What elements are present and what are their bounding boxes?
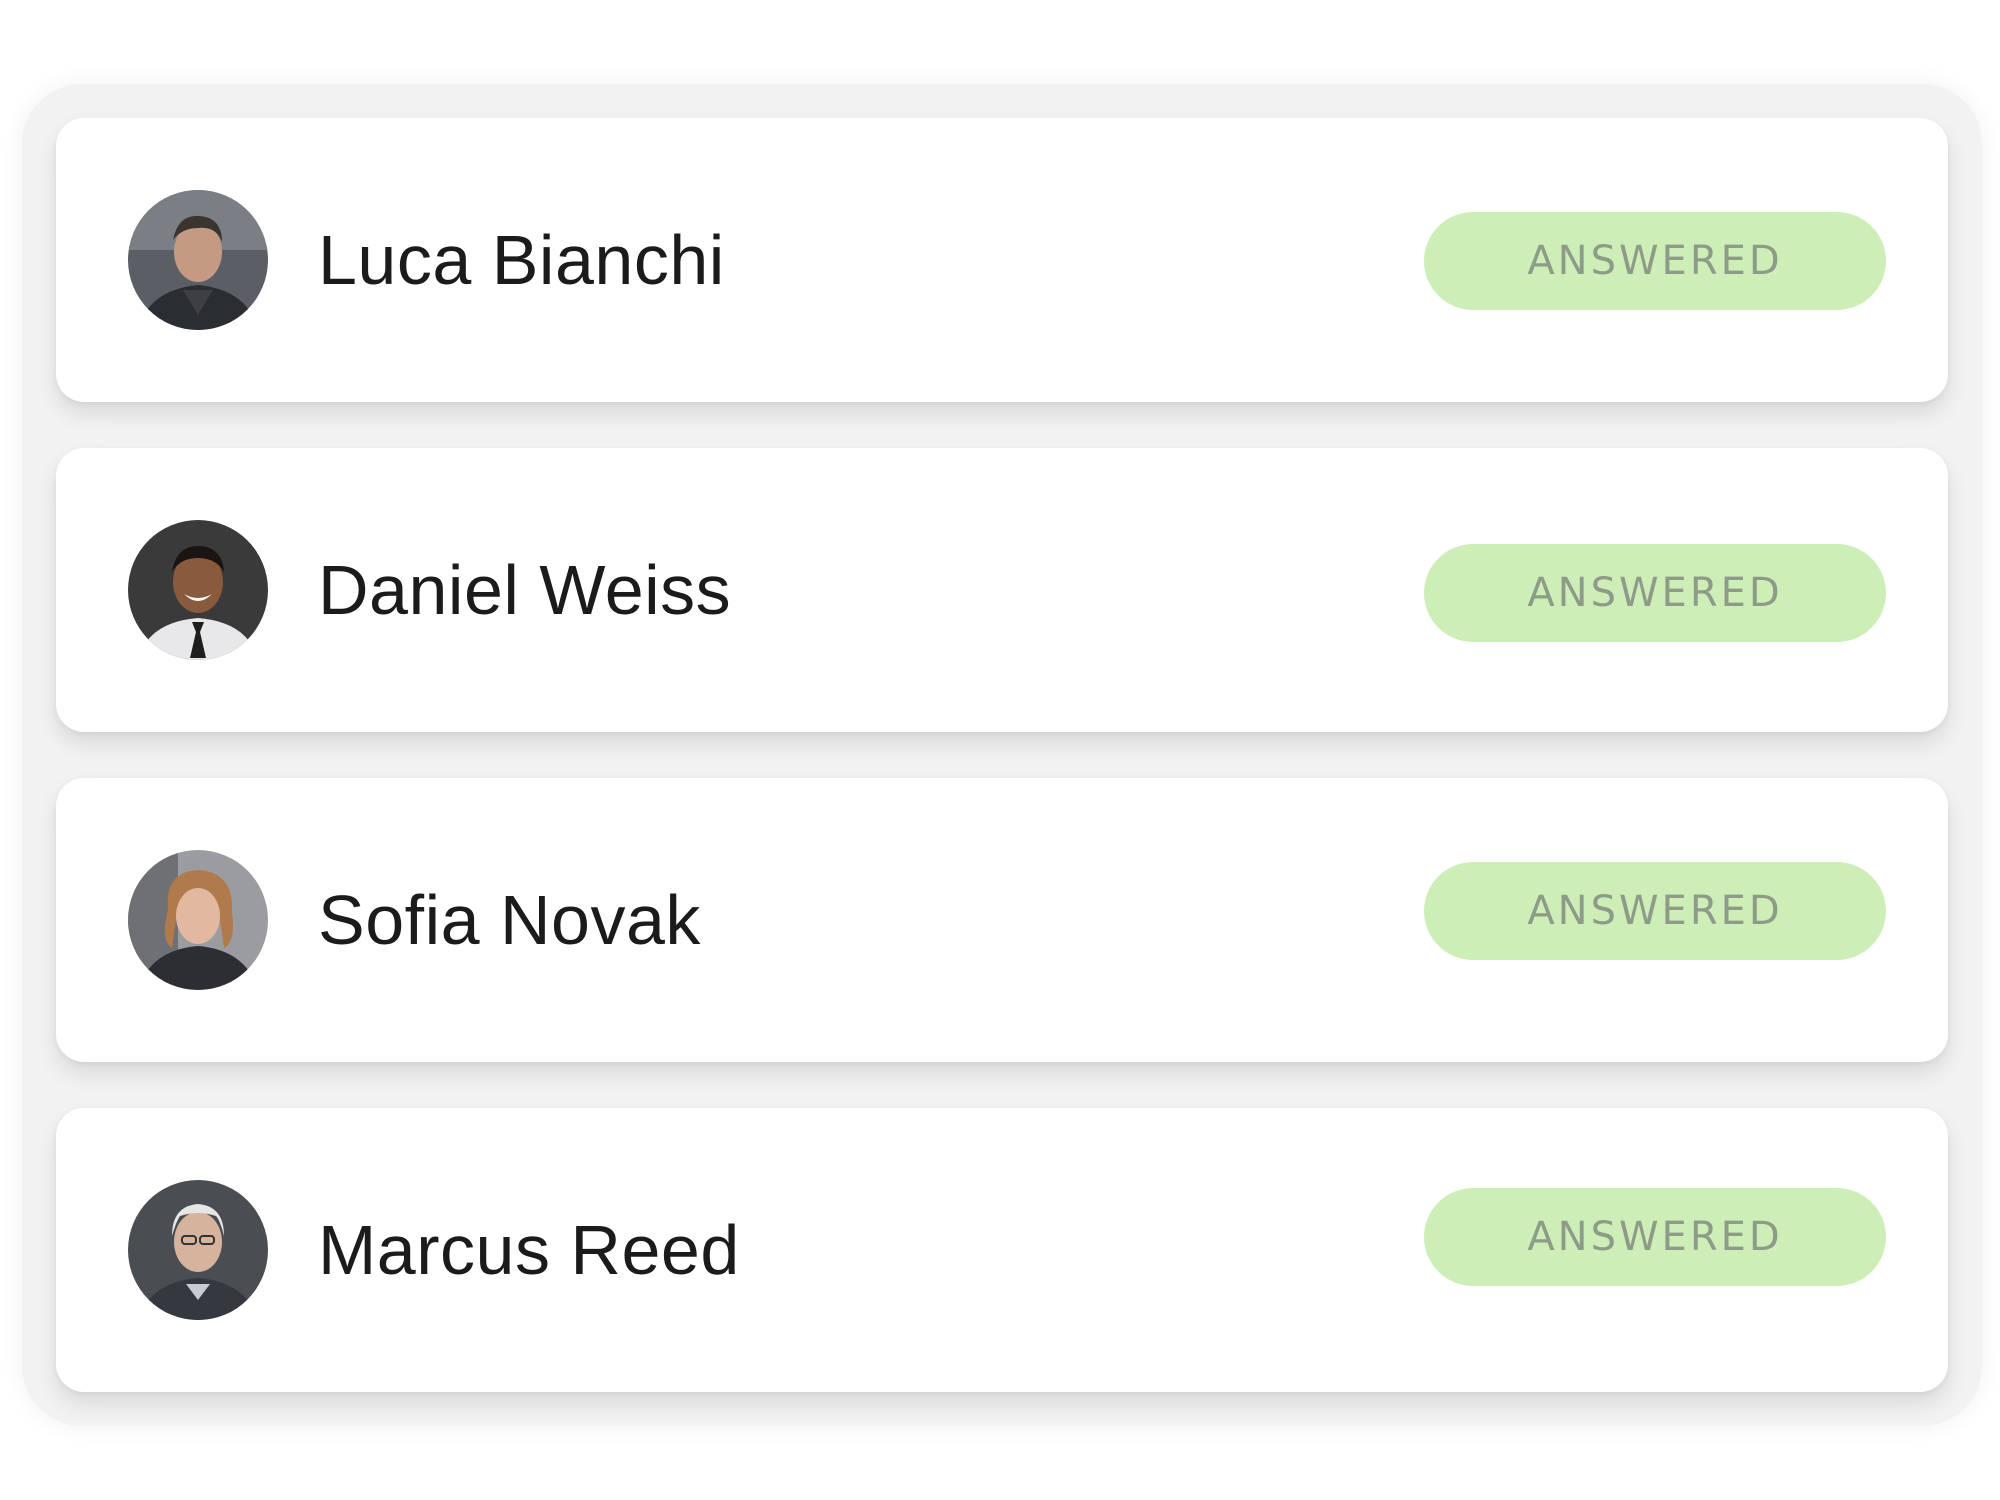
list-item[interactable]: Luca Bianchi ANSWERED	[56, 118, 1948, 402]
list-item[interactable]: Marcus Reed ANSWERED	[56, 1108, 1948, 1392]
contact-name: Marcus Reed	[318, 1211, 740, 1289]
avatar	[128, 850, 268, 990]
status-badge: ANSWERED	[1424, 862, 1886, 960]
contact-name: Daniel Weiss	[318, 551, 732, 629]
avatar	[128, 520, 268, 660]
list-item[interactable]: Daniel Weiss ANSWERED	[56, 448, 1948, 732]
contact-name: Luca Bianchi	[318, 221, 725, 299]
status-badge: ANSWERED	[1424, 1188, 1886, 1286]
contact-name: Sofia Novak	[318, 881, 701, 959]
list-item[interactable]: Sofia Novak ANSWERED	[56, 778, 1948, 1062]
avatar	[128, 1180, 268, 1320]
status-badge: ANSWERED	[1424, 544, 1886, 642]
avatar	[128, 190, 268, 330]
status-badge: ANSWERED	[1424, 212, 1886, 310]
contact-list-panel: Luca Bianchi ANSWERED Daniel Weiss ANSWE…	[22, 84, 1982, 1426]
